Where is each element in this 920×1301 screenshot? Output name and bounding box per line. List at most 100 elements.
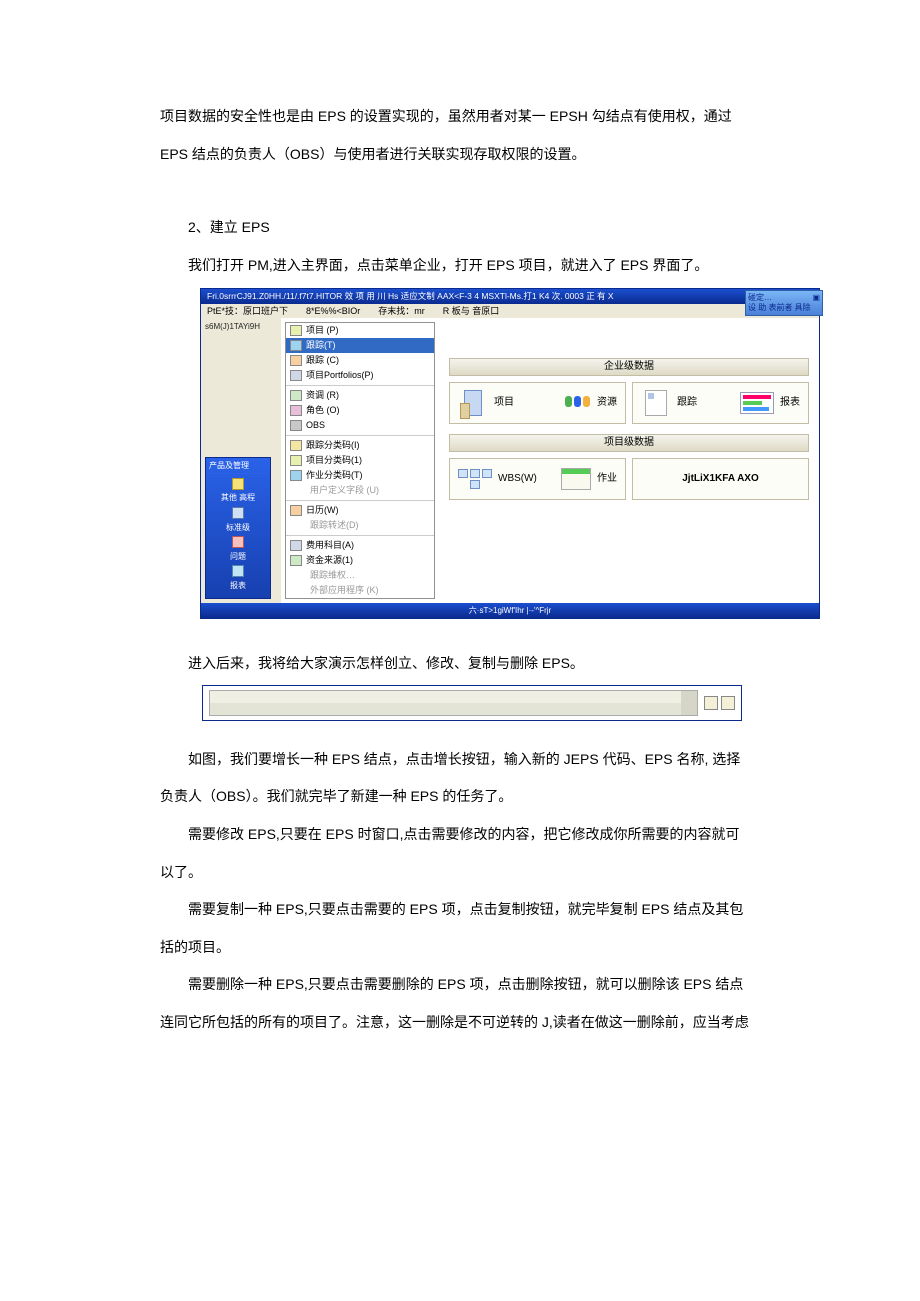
side-item-label: 其他 高程 xyxy=(209,493,267,503)
menu-item[interactable]: 资调 (R) xyxy=(286,388,434,403)
menu-item[interactable]: 项目 (P) xyxy=(286,323,434,338)
paragraph: 需要删除一种 EPS,只要点击需要删除的 EPS 项，点击删除按钮，就可以删除该… xyxy=(160,968,790,1002)
sidepanel-title: 产品及管理 xyxy=(209,461,267,474)
menu-item[interactable]: 用户定义字段 (U) xyxy=(286,483,434,498)
code-icon xyxy=(290,455,302,466)
statusbar: 六·sT>1giWf'Ihr |·-'^Frjr xyxy=(201,603,819,619)
paragraph: 需要修改 EPS,只要在 EPS 时窗口,点击需要修改的内容，把它修改成你所需要… xyxy=(160,818,790,852)
menu-item[interactable]: PtE*技：原口班户下 xyxy=(207,306,288,317)
embedded-screenshot-strip xyxy=(202,685,742,721)
card-label: 项目 xyxy=(494,397,514,409)
code-icon xyxy=(290,440,302,451)
side-item[interactable]: 问题 xyxy=(209,536,267,561)
track-icon xyxy=(290,355,302,366)
menu-item-label: 作业分类码(T) xyxy=(306,470,363,481)
menu-item[interactable]: 角色 (O) xyxy=(286,403,434,418)
side-item[interactable]: 标准级 xyxy=(209,507,267,532)
side-item[interactable]: 其他 高程 xyxy=(209,478,267,503)
card-extra[interactable]: JjtLiX1KFA AXO xyxy=(632,458,809,500)
separator xyxy=(286,435,434,436)
menu-item-label: 跟踪维权… xyxy=(310,570,355,581)
side-item[interactable]: 报表 xyxy=(209,565,267,590)
code-icon xyxy=(290,470,302,481)
card-label: 跟踪 xyxy=(677,397,697,409)
embedded-screenshot-pm: Fri.0srrrCJ91.Z0HH./11/.f7t7.HITOR 效 项 用… xyxy=(200,288,820,619)
fund-icon xyxy=(290,555,302,566)
menu-item[interactable]: 跟踪转述(D) xyxy=(286,518,434,533)
tool-icon[interactable] xyxy=(721,696,735,710)
scroll-area[interactable] xyxy=(209,690,698,716)
side-item-label: 问题 xyxy=(209,552,267,562)
menu-item-label: 跟踪转述(D) xyxy=(310,520,359,531)
separator xyxy=(286,385,434,386)
card-wbs[interactable]: WBS(W) 作业 xyxy=(449,458,626,500)
float-toolbar[interactable]: 碰定… ▣ 设 助 表前者 具除 xyxy=(745,290,823,315)
building-icon xyxy=(464,390,482,416)
close-icon[interactable]: ▣ xyxy=(812,293,820,303)
paragraph: 需要复制一种 EPS,只要点击需要的 EPS 项，点击复制按钮，就完毕复制 EP… xyxy=(160,893,790,927)
menu-item-label: 外部应用程序 (K) xyxy=(310,585,379,596)
people-icon xyxy=(564,396,591,411)
calendar-icon xyxy=(561,468,591,490)
menu-item-label: 跟踪分类码(I) xyxy=(306,440,360,451)
menu-item-label: 项目Portfolios(P) xyxy=(306,370,374,381)
menu-item[interactable]: 作业分类码(T) xyxy=(286,468,434,483)
separator xyxy=(286,535,434,536)
float-label: 碰定… xyxy=(748,293,772,303)
menu-item-selected[interactable]: 跟踪(T) xyxy=(286,338,434,353)
section-header: 企业级数据 xyxy=(449,358,809,376)
menu-item[interactable]: 资金来源(1) xyxy=(286,553,434,568)
paragraph: 项目数据的安全性也是由 EPS 的设置实现的，虽然用者对某一 EPSH 勾结点有… xyxy=(160,100,790,134)
report-icon xyxy=(645,390,667,416)
menubar[interactable]: PtE*技：原口班户下 8*E%%<BIOr 存末找：mr R 板与 音原口 xyxy=(201,304,819,319)
menu-item-label: 项目分类码(1) xyxy=(306,455,362,466)
left-code: s6M(J)1TAYi9H xyxy=(205,322,277,332)
role-icon xyxy=(290,405,302,416)
side-navigation[interactable]: 产品及管理 其他 高程 标准级 问题 报表 xyxy=(205,457,271,598)
menu-item[interactable]: R 板与 音原口 xyxy=(443,306,500,317)
menu-item-label: 费用科目(A) xyxy=(306,540,354,551)
tool-icon[interactable] xyxy=(704,696,718,710)
menu-item[interactable]: 外部应用程序 (K) xyxy=(286,583,434,598)
paragraph: EPS 结点的负责人（OBS）与使用者进行关联实现存取权限的设置。 xyxy=(160,138,790,172)
card-label: 报表 xyxy=(780,397,800,409)
track-icon xyxy=(290,340,302,351)
portfolio-icon xyxy=(290,370,302,381)
menu-item[interactable]: 日历(W) xyxy=(286,503,434,518)
menu-item[interactable]: 跟踪分类码(I) xyxy=(286,438,434,453)
menu-item-label: OBS xyxy=(306,420,325,431)
gantt-icon xyxy=(740,392,774,414)
folder-icon xyxy=(232,507,244,519)
menu-item[interactable]: 项目分类码(1) xyxy=(286,453,434,468)
menu-item[interactable]: 项目Portfolios(P) xyxy=(286,368,434,383)
menu-item[interactable]: 跟踪维权… xyxy=(286,568,434,583)
menu-item[interactable]: 费用科目(A) xyxy=(286,538,434,553)
menu-item[interactable]: 跟踪 (C) xyxy=(286,353,434,368)
heading: 2、建立 EPS xyxy=(160,211,790,245)
menu-item[interactable]: OBS xyxy=(286,418,434,433)
paragraph: 进入后来，我将给大家演示怎样创立、修改、复制与删除 EPS。 xyxy=(160,647,790,681)
card-label: 资源 xyxy=(597,397,617,409)
calendar-icon xyxy=(290,505,302,516)
paragraph: 以了。 xyxy=(160,856,790,890)
card-projects[interactable]: 项目 资源 xyxy=(449,382,626,424)
float-label: 设 助 表前者 具除 xyxy=(748,303,820,313)
paragraph: 括的项目。 xyxy=(160,931,790,965)
enterprise-menu-dropdown[interactable]: 项目 (P) 跟踪(T) 跟踪 (C) 项目Portfolios(P) 资调 (… xyxy=(285,322,435,598)
project-icon xyxy=(290,325,302,336)
orgchart-icon xyxy=(458,469,492,489)
toolbar-icons xyxy=(704,696,735,710)
menu-item-label: 跟踪(T) xyxy=(306,340,336,351)
menu-item-label: 跟踪 (C) xyxy=(306,355,339,366)
workspace: 碰定…▣ 设 助 表前者 具除 企业级数据 项目 资源 跟踪 报表 项目级数据 xyxy=(439,318,819,602)
card-label: WBS(W) xyxy=(498,473,537,485)
resource-icon xyxy=(290,390,302,401)
menu-item-label: 资金来源(1) xyxy=(306,555,353,566)
menu-item[interactable]: 8*E%%<BIOr xyxy=(306,306,360,317)
folder-icon xyxy=(232,565,244,577)
menu-item[interactable]: 存末找：mr xyxy=(378,306,425,317)
card-resources[interactable]: 跟踪 报表 xyxy=(632,382,809,424)
menu-item-label: 项目 (P) xyxy=(306,325,339,336)
window-titlebar: Fri.0srrrCJ91.Z0HH./11/.f7t7.HITOR 效 项 用… xyxy=(201,289,819,303)
cost-icon xyxy=(290,540,302,551)
